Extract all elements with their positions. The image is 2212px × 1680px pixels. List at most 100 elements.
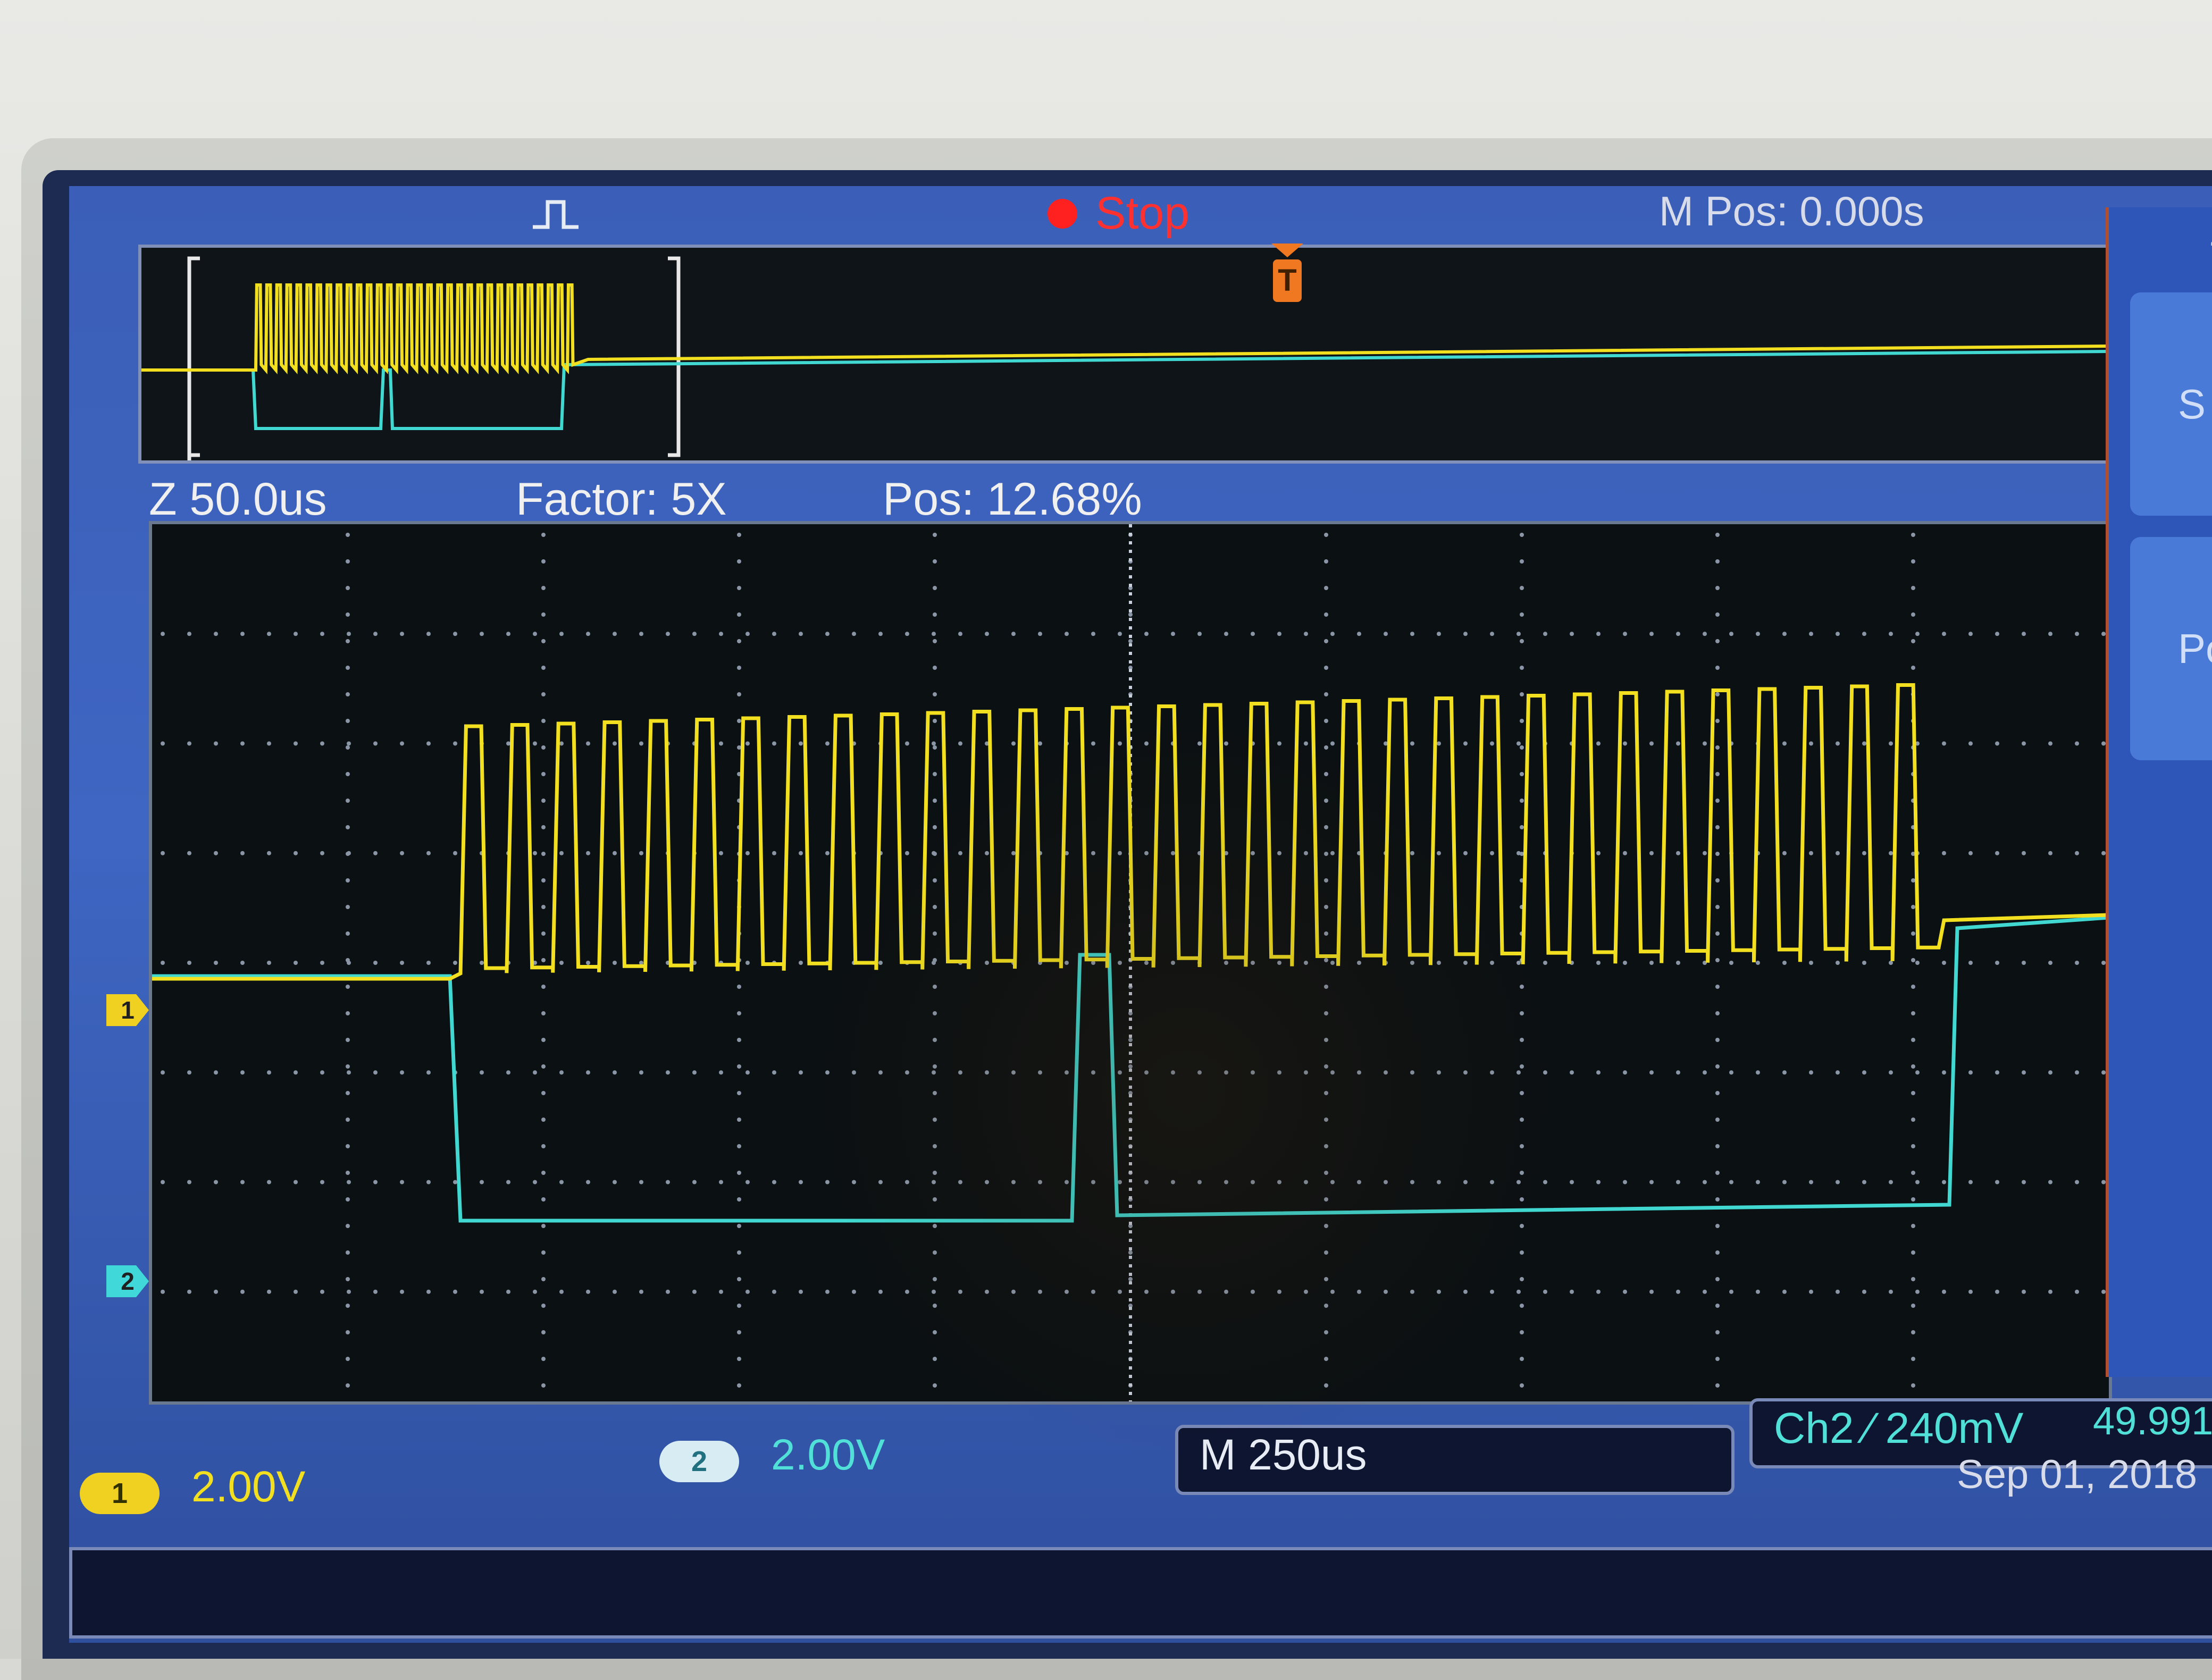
grid-dot <box>541 745 546 750</box>
grid-dot <box>825 741 830 746</box>
grid-dot <box>1197 632 1202 636</box>
grid-dot <box>400 851 404 855</box>
grid-dot <box>1330 632 1335 636</box>
grid-dot <box>1570 1180 1574 1185</box>
grid-dot <box>320 1289 324 1294</box>
grid-dot <box>1490 1289 1494 1294</box>
grid-dot <box>1995 961 1999 965</box>
grid-dot <box>1968 851 1973 855</box>
ch1-badge[interactable]: 1 <box>80 1473 160 1514</box>
grid-dot <box>541 1091 546 1095</box>
grid-dot <box>737 719 741 723</box>
grid-dot <box>480 1070 484 1075</box>
grid-dot <box>772 1180 776 1185</box>
grid-dot <box>933 825 937 829</box>
side-menu-button-2[interactable]: Po <box>2130 537 2212 760</box>
grid-dot <box>933 1383 937 1388</box>
grid-dot <box>1915 1070 1920 1075</box>
trigger-position-marker[interactable]: T <box>1269 242 1306 306</box>
grid-dot <box>1995 1180 1999 1185</box>
grid-dot <box>1715 958 1720 962</box>
grid-dot <box>240 961 245 965</box>
grid-dot <box>933 692 937 696</box>
grid-dot <box>905 1180 909 1185</box>
grid-dot <box>346 825 350 829</box>
grid-dot <box>1543 632 1547 636</box>
grid-dot <box>1118 1180 1122 1185</box>
grid-dot <box>1384 1180 1388 1185</box>
grid-dot <box>1715 1330 1720 1334</box>
grid-dot <box>1384 1289 1388 1294</box>
grid-dot <box>1968 1289 1973 1294</box>
grid-dot <box>1520 612 1524 617</box>
grid-dot <box>1836 851 1840 855</box>
grid-dot <box>1715 745 1720 750</box>
grid-dot <box>480 1180 484 1185</box>
grid-dot <box>1715 825 1720 829</box>
grid-dot <box>958 851 962 855</box>
grid-dot <box>1357 961 1361 965</box>
grid-dot <box>2022 961 2026 965</box>
grid-dot <box>1715 799 1720 803</box>
grid-dot <box>214 1070 218 1075</box>
grid-dot <box>1520 586 1524 590</box>
grid-dot <box>1942 1180 1946 1185</box>
grid-dot <box>1324 559 1328 564</box>
grid-dot <box>1782 1180 1787 1185</box>
grid-dot <box>161 741 165 746</box>
grid-dot <box>1520 666 1524 670</box>
grid-dot <box>1703 632 1707 636</box>
run-status[interactable]: Stop <box>1095 187 1189 240</box>
grid-dot <box>1995 851 1999 855</box>
ch1-scale: 2.00V <box>191 1463 306 1511</box>
waveform-graticule <box>149 521 2112 1405</box>
grid-dot <box>453 961 457 965</box>
side-menu-button-1[interactable]: S <box>2130 292 2212 516</box>
grid-dot <box>985 851 989 855</box>
grid-dot <box>1520 1091 1524 1095</box>
grid-dot <box>1463 1070 1468 1075</box>
grid-dot <box>2022 1289 2026 1294</box>
grid-dot <box>1324 1118 1328 1122</box>
grid-dot <box>1729 961 1733 965</box>
grid-dot <box>346 1064 350 1069</box>
ch2-scale: 2.00V <box>771 1431 885 1479</box>
grid-dot <box>985 1070 989 1075</box>
grid-dot <box>1277 741 1281 746</box>
grid-dot <box>825 851 830 855</box>
ch2-badge[interactable]: 2 <box>659 1441 739 1482</box>
grid-dot <box>1490 1070 1494 1075</box>
grid-dot <box>1543 1180 1547 1185</box>
ch2-ground-marker[interactable]: 2 <box>106 1265 149 1297</box>
grid-dot <box>1330 851 1335 855</box>
grid-dot <box>161 1070 165 1075</box>
grid-dot <box>214 961 218 965</box>
grid-dot <box>1729 1289 1733 1294</box>
grid-dot <box>559 961 564 965</box>
grid-dot <box>1756 1289 1760 1294</box>
grid-dot <box>541 1250 546 1255</box>
grid-dot <box>1330 961 1335 965</box>
grid-dot <box>346 1038 350 1042</box>
grid-dot <box>933 1011 937 1015</box>
grid-dot <box>737 1357 741 1361</box>
grid-dot <box>541 799 546 803</box>
grid-dot <box>1091 1180 1095 1185</box>
grid-dot <box>933 745 937 750</box>
grid-dot <box>1144 851 1149 855</box>
grid-dot <box>1715 586 1720 590</box>
grid-dot <box>1324 1197 1328 1202</box>
grid-dot <box>1995 1070 1999 1075</box>
grid-dot <box>1324 1224 1328 1228</box>
grid-dot <box>426 851 431 855</box>
grid-dot <box>1011 1289 1016 1294</box>
grid-dot <box>1144 961 1149 965</box>
grid-dot <box>1911 1357 1915 1361</box>
grid-dot <box>1836 961 1840 965</box>
grid-dot <box>1782 1070 1787 1075</box>
ch1-ground-marker[interactable]: 1 <box>106 994 149 1026</box>
grid-dot <box>1011 851 1016 855</box>
grid-dot <box>1782 961 1787 965</box>
grid-dot <box>1251 851 1255 855</box>
grid-dot <box>737 533 741 537</box>
